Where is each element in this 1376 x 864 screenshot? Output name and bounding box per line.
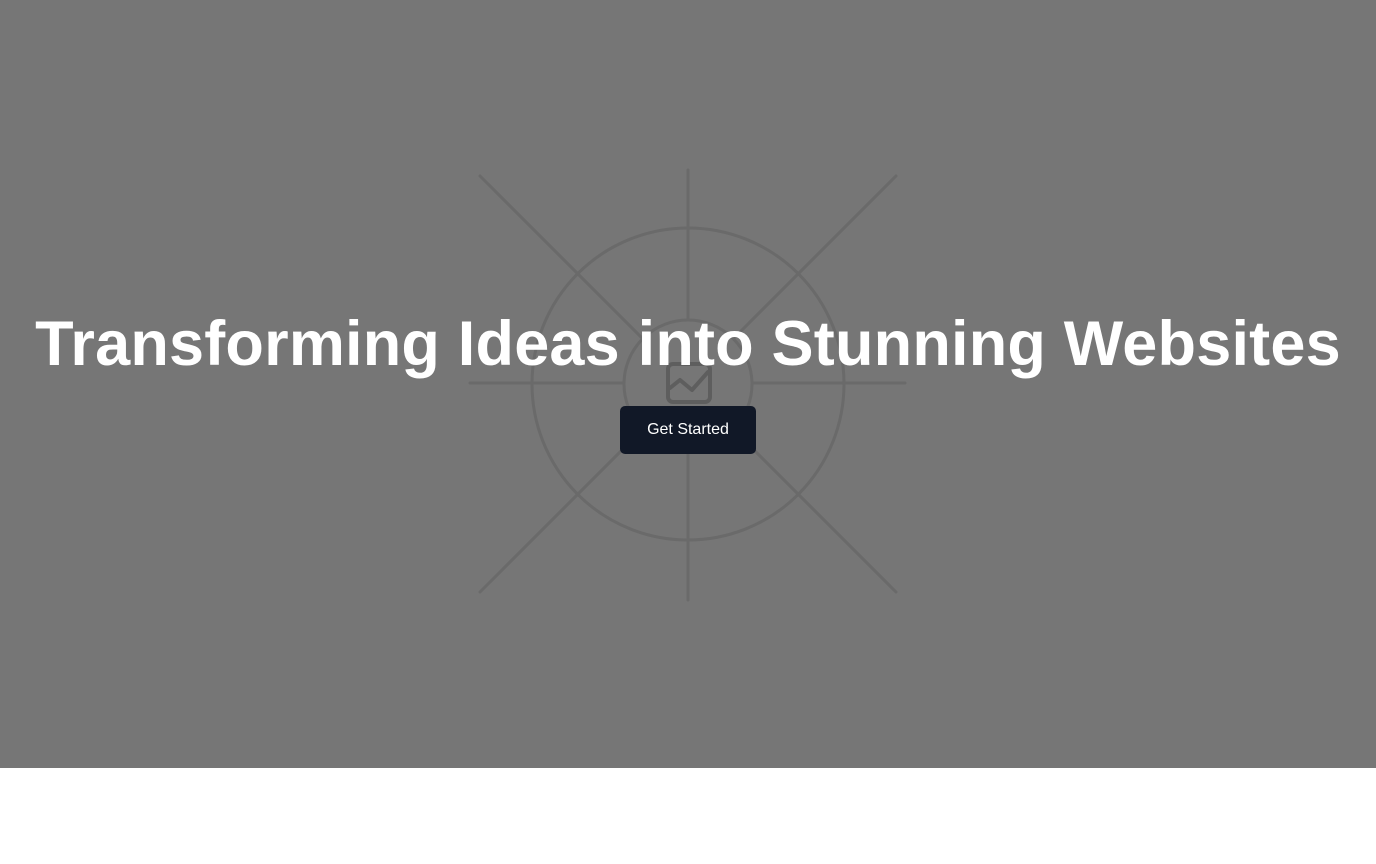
image-placeholder-background bbox=[468, 168, 907, 602]
hero-section: Transforming Ideas into Stunning Website… bbox=[0, 0, 1376, 768]
get-started-button[interactable]: Get Started bbox=[620, 406, 756, 454]
placeholder-ray-bottom-right bbox=[732, 428, 898, 594]
hero-title: Transforming Ideas into Stunning Website… bbox=[35, 309, 1341, 379]
placeholder-ray-bottom-left bbox=[478, 428, 644, 594]
page-content-area bbox=[0, 768, 1376, 864]
